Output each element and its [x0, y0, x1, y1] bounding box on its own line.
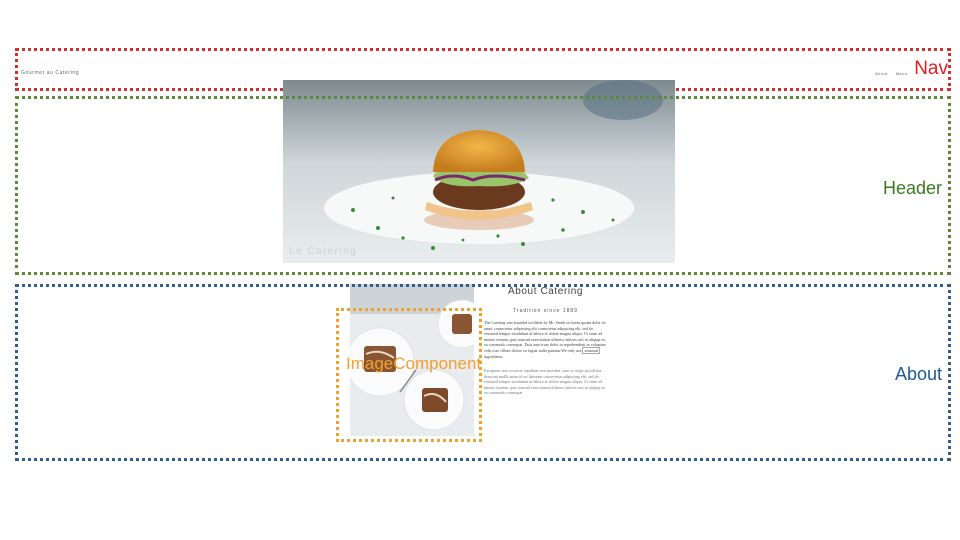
header-section-label: Header	[882, 178, 942, 198]
header-section-outline	[15, 96, 951, 275]
about-section-label: About	[894, 364, 942, 384]
about-section-outline	[15, 284, 951, 461]
nav-section-label: Nav	[914, 58, 948, 79]
